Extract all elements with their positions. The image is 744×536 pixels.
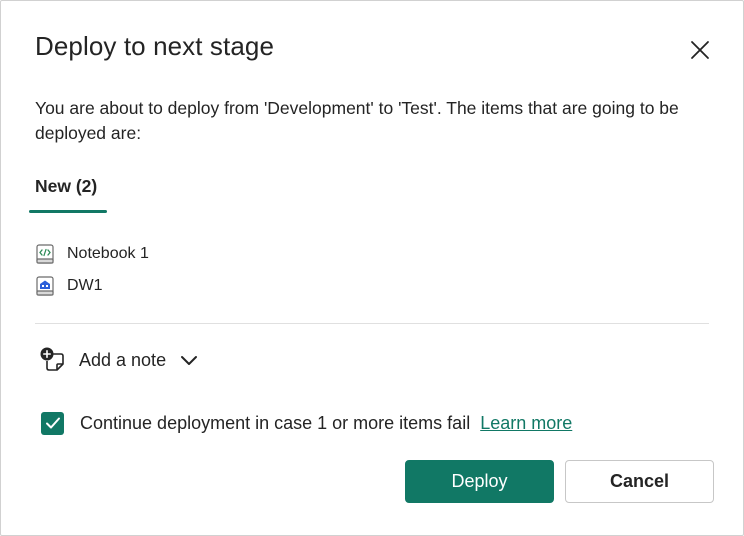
warehouse-icon — [35, 276, 55, 296]
cancel-button[interactable]: Cancel — [565, 460, 714, 503]
tab-selected-indicator — [29, 210, 107, 213]
tab-new[interactable]: New (2) — [29, 169, 107, 215]
list-item-notebook: Notebook 1 — [35, 243, 149, 265]
divider — [35, 323, 709, 324]
deploy-button[interactable]: Deploy — [405, 460, 554, 503]
notebook-icon — [35, 244, 55, 264]
add-note-icon — [40, 347, 64, 371]
dialog-description: You are about to deploy from 'Developmen… — [35, 98, 679, 143]
add-note-label: Add a note — [79, 349, 167, 370]
chevron-down-icon — [180, 354, 198, 366]
close-button[interactable] — [685, 35, 715, 65]
list-item-warehouse: DW1 — [35, 275, 103, 297]
close-icon — [691, 41, 709, 59]
learn-more-link[interactable]: Learn more — [480, 413, 572, 434]
add-note-toggle[interactable]: Add a note — [39, 345, 198, 375]
list-item-label: DW1 — [67, 277, 103, 294]
continue-deployment-option: Continue deployment in case 1 or more it… — [41, 410, 572, 436]
checkmark-icon — [45, 417, 60, 429]
tab-new-label: New (2) — [35, 176, 98, 196]
deploy-dialog: Deploy to next stage You are about to de… — [0, 0, 744, 536]
continue-deployment-label: Continue deployment in case 1 or more it… — [80, 412, 471, 433]
dialog-title: Deploy to next stage — [35, 31, 275, 61]
continue-deployment-checkbox[interactable] — [41, 411, 64, 435]
list-item-label: Notebook 1 — [67, 245, 149, 262]
